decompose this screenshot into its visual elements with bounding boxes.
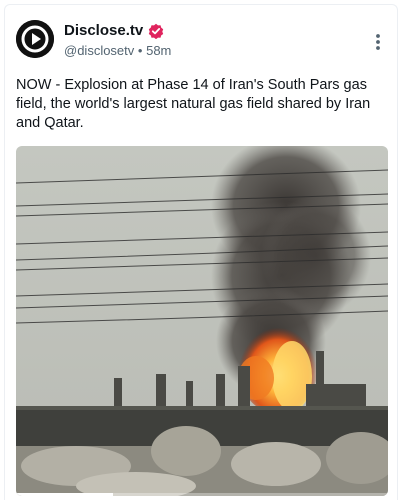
post-card: Disclose.tv @disclosetv • 58m NOW - Expl… (4, 4, 398, 500)
play-logo-icon (16, 20, 54, 58)
video-frame (16, 146, 388, 496)
video-player[interactable] (16, 146, 388, 496)
more-vertical-icon[interactable] (375, 33, 381, 51)
post-meta: @disclosetv • 58m (64, 43, 171, 58)
avatar[interactable] (16, 20, 54, 58)
verified-badge-icon (149, 23, 164, 39)
timestamp[interactable]: 58m (146, 43, 171, 58)
meta-separator: • (137, 43, 143, 58)
display-name[interactable]: Disclose.tv (64, 22, 143, 39)
post-text: NOW - Explosion at Phase 14 of Iran's So… (16, 77, 371, 131)
handle[interactable]: @disclosetv (64, 43, 134, 58)
author-name-row[interactable]: Disclose.tv (64, 22, 164, 39)
video-progress-fill (16, 493, 113, 496)
video-progress-bar[interactable] (16, 493, 388, 496)
